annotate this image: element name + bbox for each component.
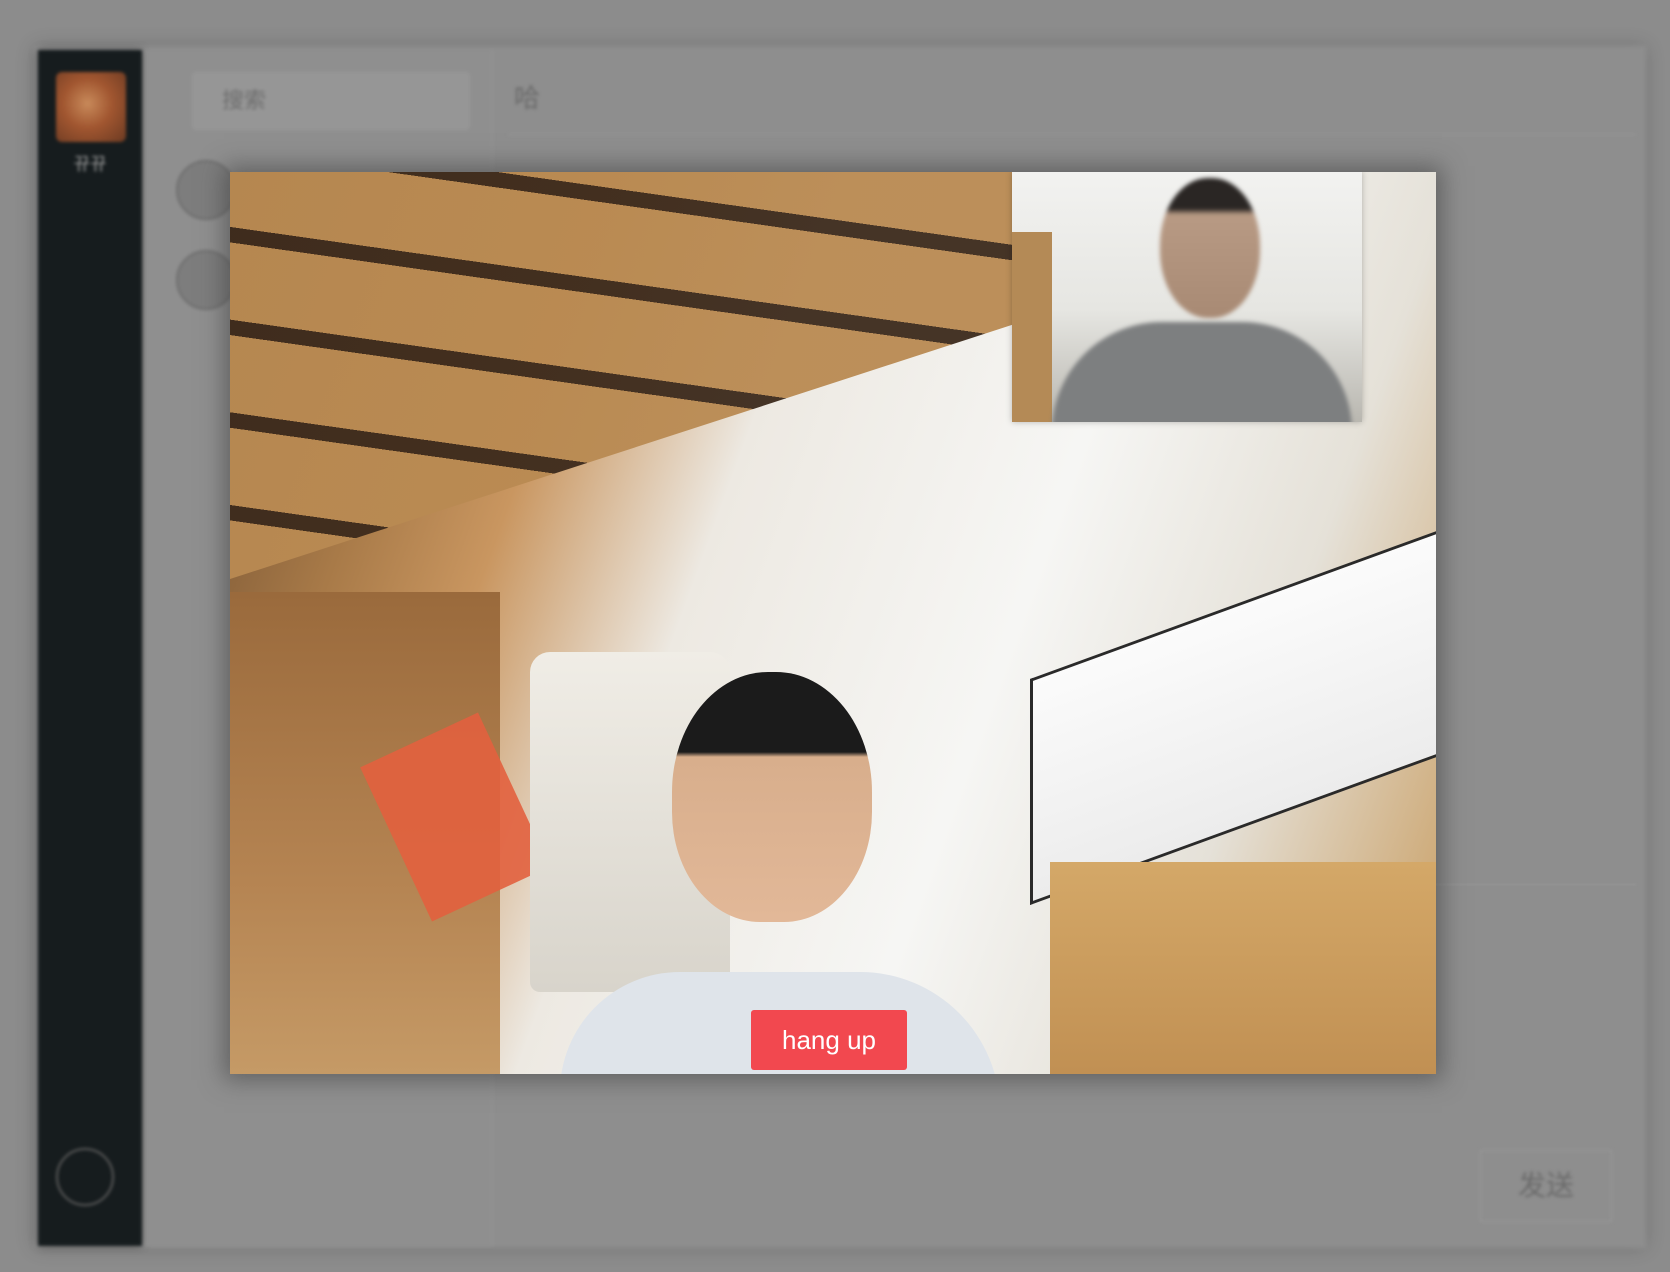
pip-person-body [1052, 322, 1352, 422]
chat-title: 哈 [514, 83, 541, 113]
search-input[interactable]: 搜索 [192, 72, 470, 130]
left-rail: 뀨뀨 [38, 50, 142, 1246]
chat-header: 哈 [508, 52, 1636, 135]
video-call-screen: 뀨뀨 搜索 哈 发送 hang up [0, 0, 1670, 1272]
gear-icon[interactable] [56, 1148, 114, 1206]
local-video-preview [1012, 172, 1362, 422]
user-name: 뀨뀨 [73, 154, 107, 174]
person-head [672, 672, 872, 922]
user-avatar[interactable] [56, 72, 126, 142]
video-scene-bunk-bed [1030, 525, 1436, 905]
conversation-avatar[interactable] [176, 250, 236, 310]
pip-scene-locker [1012, 232, 1052, 422]
video-call-window: hang up [230, 172, 1436, 1074]
hang-up-button[interactable]: hang up [751, 1010, 907, 1070]
pip-person-head [1160, 178, 1260, 318]
conversation-avatar[interactable] [176, 160, 236, 220]
video-scene-bunk-underside [230, 172, 1070, 592]
video-scene-cabinet [1050, 862, 1436, 1074]
send-button[interactable]: 发送 [1480, 1150, 1612, 1222]
